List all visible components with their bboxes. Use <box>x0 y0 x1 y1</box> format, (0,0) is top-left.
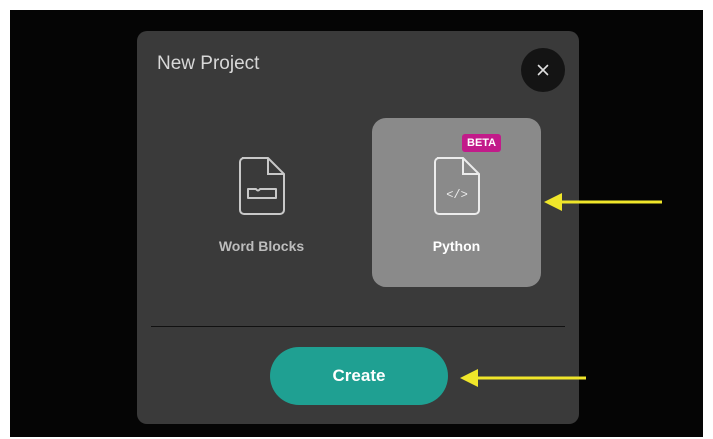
annotation-arrow-python <box>544 193 662 211</box>
file-block-icon <box>239 157 285 215</box>
close-button[interactable] <box>521 48 565 92</box>
modal-title: New Project <box>157 53 260 74</box>
option-label: Word Blocks <box>218 238 305 254</box>
option-label: Python <box>432 238 481 254</box>
option-python[interactable]: BETA </> Python <box>372 118 541 287</box>
beta-badge: BETA <box>462 134 502 152</box>
create-button[interactable]: Create <box>270 347 448 405</box>
close-icon <box>537 64 549 76</box>
option-word-blocks[interactable]: Word Blocks <box>177 118 346 287</box>
code-glyph: </> <box>446 188 468 202</box>
divider <box>151 326 565 327</box>
file-code-icon: </> <box>434 157 480 215</box>
annotation-arrow-create <box>460 369 586 387</box>
app-screen: New Project Word Blocks BETA </> Python <box>10 10 703 437</box>
